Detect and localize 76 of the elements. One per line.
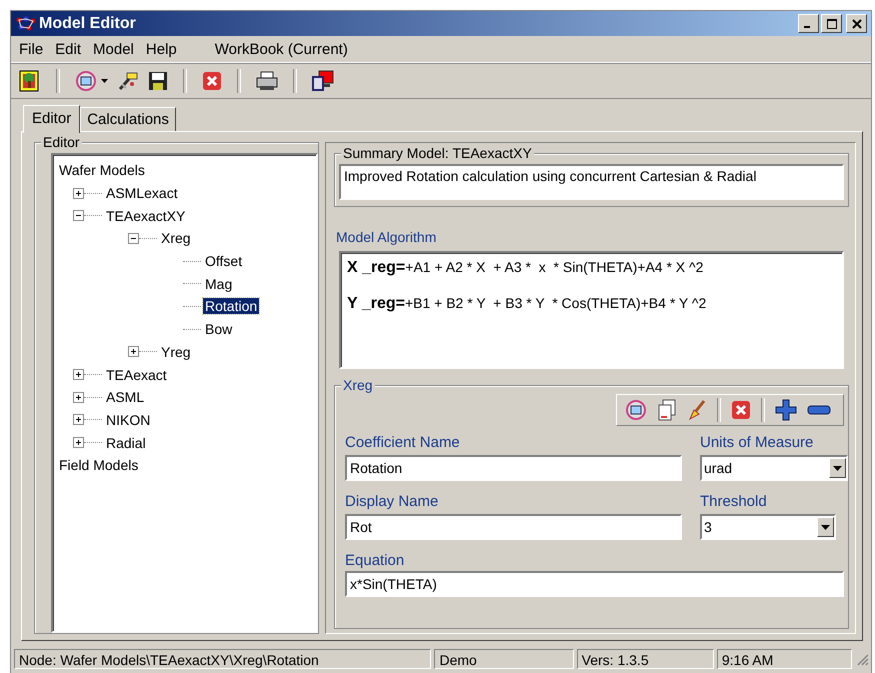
- plus-icon[interactable]: [775, 399, 797, 421]
- tree-item[interactable]: Radial: [104, 434, 148, 451]
- status-panel: Node: Wafer Models\TEAexactXY\Xreg\Rotation: [14, 649, 432, 669]
- field-label: Coefficient Name: [345, 434, 461, 451]
- menu-item[interactable]: WorkBook (Current): [212, 40, 356, 58]
- field-label: Units of Measure: [700, 434, 814, 451]
- printer-icon[interactable]: [256, 71, 278, 91]
- status-panel: 9:16 AM: [716, 649, 852, 669]
- expander-icon[interactable]: [73, 392, 84, 403]
- tree-item[interactable]: Offset: [203, 253, 244, 270]
- wand-icon[interactable]: [117, 70, 139, 92]
- menu-item[interactable]: File: [17, 40, 52, 58]
- disc-icon[interactable]: [75, 70, 97, 92]
- tree-item[interactable]: Xreg: [159, 230, 193, 246]
- tree-item[interactable]: TEAexact: [104, 366, 169, 383]
- algorithm-box[interactable]: X _reg=+A1 + A2 * X + A3 * x * Sin(THETA)+A4 * X ^2 Y _reg=+B1 + B2 * Y + B3 * Y * Cos(THETA)+B4 * Y ^2: [339, 251, 844, 369]
- tree-item[interactable]: NIKON: [104, 412, 152, 428]
- expander-icon[interactable]: [73, 188, 84, 199]
- field-label: Threshold: [700, 493, 768, 510]
- expander-icon[interactable]: [128, 346, 139, 358]
- group-title: Summary Model: TEAexactXY: [341, 145, 534, 161]
- units-dropdown[interactable]: urad: [700, 455, 848, 481]
- tree-item[interactable]: ASML: [104, 389, 146, 406]
- expander-icon[interactable]: [73, 369, 84, 380]
- coefficient-name-field[interactable]: Rotation: [345, 455, 682, 481]
- tree-item[interactable]: Field Models: [57, 457, 140, 474]
- status-panel: Vers: 1.3.5: [576, 649, 714, 669]
- delete-icon[interactable]: [202, 71, 222, 91]
- menu-item[interactable]: Help: [144, 40, 185, 58]
- group-title: Editor: [41, 134, 82, 150]
- tab[interactable]: Calculations: [80, 107, 176, 131]
- tree-item[interactable]: ASMLexact: [104, 185, 180, 202]
- close-icon: [852, 18, 862, 28]
- window-title: Model Editor: [39, 14, 137, 32]
- minimize-button[interactable]: [798, 14, 819, 33]
- molecule-icon: [15, 16, 37, 32]
- minus-icon[interactable]: [807, 404, 831, 416]
- expander-icon[interactable]: [128, 232, 139, 244]
- brush-icon[interactable]: [687, 399, 707, 421]
- display-name-field[interactable]: Rot: [345, 514, 682, 540]
- threshold-dropdown[interactable]: 3: [700, 514, 836, 540]
- expander-icon[interactable]: [73, 210, 84, 222]
- field-label: Display Name: [345, 493, 440, 510]
- dropdown-arrow-icon: [821, 524, 830, 530]
- equation-field[interactable]: x*Sin(THETA): [345, 571, 844, 597]
- save-icon[interactable]: [148, 71, 168, 91]
- delete-icon[interactable]: [731, 400, 751, 420]
- caret-icon[interactable]: [101, 79, 108, 83]
- close-button[interactable]: [846, 14, 867, 33]
- equation-line: Y _reg=+B1 + B2 * Y + B3 * Y * Cos(THETA)+B4 * Y ^2: [347, 295, 708, 314]
- document-icon[interactable]: [657, 399, 677, 421]
- tree-item[interactable]: Bow: [203, 321, 234, 338]
- tree-item[interactable]: Yreg: [159, 344, 193, 360]
- expander-icon[interactable]: [73, 414, 84, 426]
- disc-icon[interactable]: [625, 399, 647, 421]
- field-label: Equation: [345, 552, 406, 569]
- tree-picture-icon[interactable]: [19, 70, 41, 92]
- dropdown-arrow-icon: [833, 466, 842, 470]
- menu-item[interactable]: Model: [91, 40, 142, 58]
- status-panel: Demo: [434, 649, 574, 669]
- resize-grip-icon[interactable]: [855, 652, 869, 666]
- monitor-icon[interactable]: [312, 70, 334, 92]
- expander-icon[interactable]: [73, 437, 84, 448]
- maximize-icon: [826, 18, 836, 28]
- minimize-icon: [804, 26, 810, 28]
- group-title: Xreg: [341, 377, 375, 393]
- equation-line: X _reg=+A1 + A2 * X + A3 * x * Sin(THETA)+A4 * X ^2: [347, 259, 704, 278]
- summary-field[interactable]: Improved Rotation calculation using concurrent Cartesian & Radial: [339, 164, 844, 200]
- tree-item[interactable]: Mag: [203, 276, 234, 292]
- tree-item[interactable]: Rotation: [203, 298, 260, 314]
- tree-item[interactable]: Wafer Models: [57, 162, 147, 178]
- field-label: Model Algorithm: [336, 229, 438, 245]
- tree-item[interactable]: TEAexactXY: [104, 208, 188, 224]
- maximize-button[interactable]: [821, 14, 842, 33]
- tab[interactable]: Editor: [23, 105, 80, 133]
- menu-item[interactable]: Edit: [53, 40, 90, 58]
